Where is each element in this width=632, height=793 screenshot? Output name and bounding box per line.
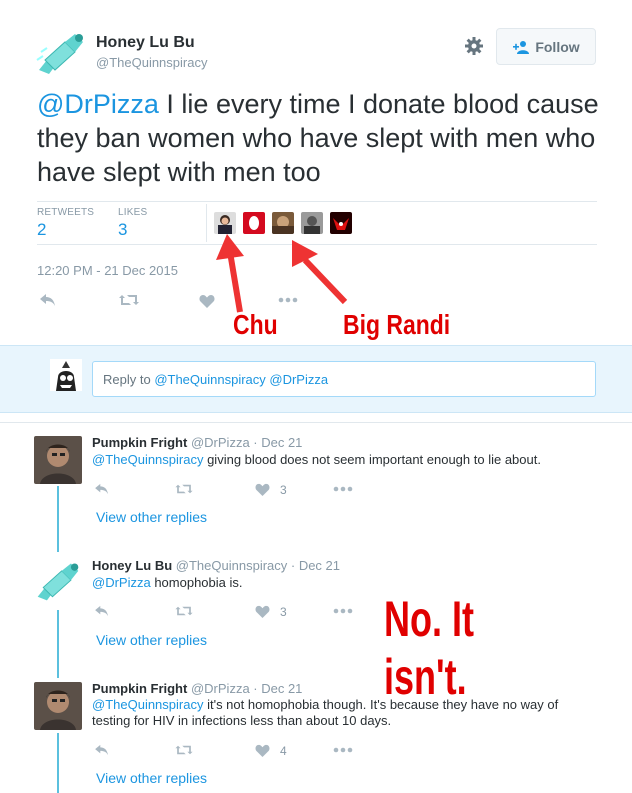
view-other-replies-link[interactable]: View other replies	[96, 509, 207, 525]
like-icon[interactable]	[255, 483, 270, 496]
retweets-label: RETWEETS	[37, 207, 95, 218]
reply-author-name[interactable]: Pumpkin Fright	[92, 435, 187, 450]
follow-label: Follow	[535, 38, 580, 55]
follow-button[interactable]: Follow	[496, 28, 596, 65]
reply-placeholder-mentions: @TheQuinnspiracy @DrPizza	[154, 372, 329, 387]
view-other-replies-link[interactable]: View other replies	[96, 770, 207, 786]
reply-meta[interactable]: @DrPizza · Dec 21	[191, 435, 302, 450]
thread-line	[57, 486, 59, 552]
reply-header: Pumpkin Fright @DrPizza · Dec 21	[92, 435, 302, 450]
reply-author-avatar[interactable]	[34, 682, 82, 730]
reply-input[interactable]: Reply to @TheQuinnspiracy @DrPizza	[92, 361, 596, 397]
reply-meta[interactable]: @DrPizza · Dec 21	[191, 681, 302, 696]
reply-body: homophobia is.	[150, 575, 243, 590]
reply-icon[interactable]	[94, 605, 110, 617]
reply-header: Pumpkin Fright @DrPizza · Dec 21	[92, 681, 302, 696]
likes-label: LIKES	[118, 207, 148, 218]
retweet-icon[interactable]	[118, 293, 140, 307]
like-count: 4	[280, 744, 287, 758]
tweet-mention[interactable]: @DrPizza	[37, 89, 159, 119]
arrow-annotation-icon	[216, 234, 348, 313]
retweets-count[interactable]: 2	[37, 220, 46, 240]
more-icon[interactable]	[333, 747, 353, 753]
annotation-chu: Chu	[233, 309, 278, 340]
reply-mention[interactable]: @TheQuinnspiracy	[92, 697, 203, 712]
reply-text: @TheQuinnspiracy giving blood does not s…	[92, 452, 602, 468]
current-user-avatar[interactable]	[50, 359, 82, 391]
reply-icon[interactable]	[94, 483, 110, 495]
gear-icon[interactable]	[464, 36, 484, 56]
like-count: 3	[280, 605, 287, 619]
reply-meta[interactable]: @TheQuinnspiracy · Dec 21	[176, 558, 340, 573]
divider	[0, 422, 632, 423]
reply-author-avatar[interactable]	[34, 436, 82, 484]
more-icon[interactable]	[333, 608, 353, 614]
author-avatar[interactable]	[35, 30, 87, 76]
like-count: 3	[280, 483, 287, 497]
reply-text: @DrPizza homophobia is.	[92, 575, 372, 591]
author-name[interactable]: Honey Lu Bu	[96, 34, 195, 52]
more-icon[interactable]	[333, 486, 353, 492]
thread-line	[57, 733, 59, 793]
retweet-icon[interactable]	[174, 483, 194, 495]
retweet-icon[interactable]	[174, 605, 194, 617]
retweet-icon[interactable]	[174, 744, 194, 756]
divider	[37, 201, 597, 202]
thread-line	[57, 610, 59, 678]
tweet-text: @DrPizza I lie every time I donate blood…	[37, 87, 607, 189]
reply-author-name[interactable]: Pumpkin Fright	[92, 681, 187, 696]
reply-header: Honey Lu Bu @TheQuinnspiracy · Dec 21	[92, 558, 340, 573]
like-icon[interactable]	[255, 744, 270, 757]
reply-mention[interactable]: @TheQuinnspiracy	[92, 452, 203, 467]
author-handle[interactable]: @TheQuinnspiracy	[96, 55, 207, 70]
view-other-replies-link[interactable]: View other replies	[96, 632, 207, 648]
annotation-big-randi: Big Randi	[343, 309, 451, 340]
reply-mention[interactable]: @DrPizza	[92, 575, 151, 590]
tweet-timestamp[interactable]: 12:20 PM - 21 Dec 2015	[37, 263, 178, 278]
reply-body: giving blood does not seem important eno…	[203, 452, 541, 467]
reply-author-avatar[interactable]	[34, 557, 82, 605]
like-icon[interactable]	[255, 605, 270, 618]
reply-placeholder-prefix: Reply to	[103, 372, 155, 387]
reply-author-name[interactable]: Honey Lu Bu	[92, 558, 172, 573]
add-user-icon	[513, 40, 530, 54]
reply-text: @TheQuinnspiracy it's not homophobia tho…	[92, 697, 562, 729]
likes-count[interactable]: 3	[118, 220, 127, 240]
annotation-no-it-isnt: No. It isn't.	[384, 591, 474, 705]
divider	[206, 204, 207, 242]
reply-icon[interactable]	[39, 293, 57, 307]
reply-icon[interactable]	[94, 744, 110, 756]
